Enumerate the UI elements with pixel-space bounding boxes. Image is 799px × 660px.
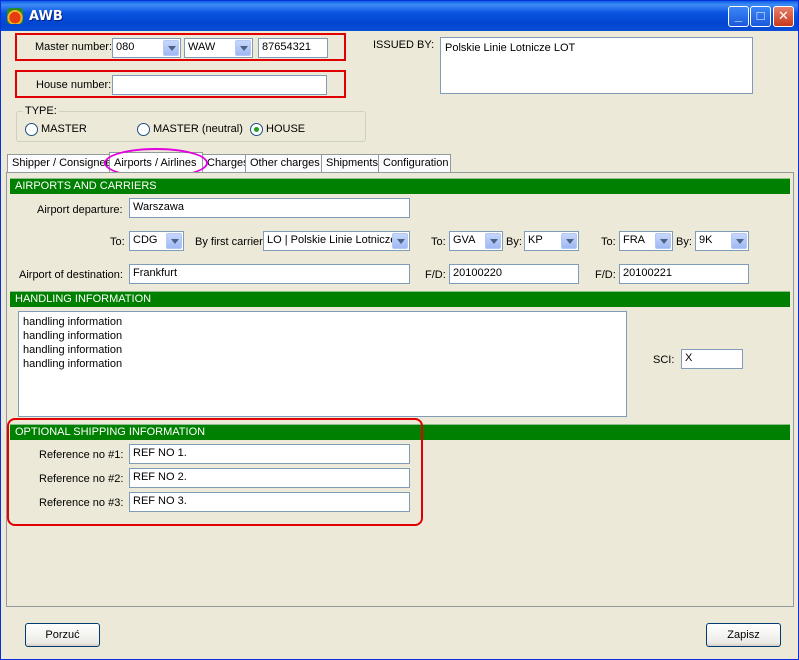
awb-window: AWB _ □ ✕ Master number: 080 WAW 8765432…	[0, 0, 799, 660]
master-airport-select[interactable]: WAW	[184, 38, 253, 58]
save-button[interactable]: Zapisz	[706, 623, 781, 647]
first-carrier-label: By first carrier:	[195, 236, 266, 248]
issued-by-field[interactable]: Polskie Linie Lotnicze LOT	[440, 37, 753, 94]
to3-label: To:	[601, 236, 616, 248]
radio-master-neutral-label[interactable]: MASTER (neutral)	[153, 123, 243, 135]
type-label: TYPE:	[23, 105, 59, 117]
radio-house-label[interactable]: HOUSE	[266, 123, 305, 135]
house-number-label: House number:	[36, 79, 112, 91]
issued-by-value: Polskie Linie Lotnicze LOT	[445, 42, 576, 54]
tab-configuration[interactable]: Configuration	[378, 154, 451, 172]
first-carrier-select[interactable]: LO | Polskie Linie Lotnicze	[263, 231, 410, 251]
chevron-down-icon[interactable]	[392, 233, 408, 249]
master-prefix-value: 080	[116, 41, 135, 53]
tab-label: Charges	[207, 157, 249, 169]
radio-master-label[interactable]: MASTER	[41, 123, 87, 135]
to2-select[interactable]: GVA	[449, 231, 503, 251]
to3-value: FRA	[623, 234, 645, 246]
by2-label: By:	[506, 236, 522, 248]
sci-label: SCI:	[653, 354, 675, 366]
minimize-button[interactable]: _	[728, 6, 749, 27]
by3-value: 9K	[699, 234, 713, 246]
issued-by-label: ISSUED BY:	[373, 39, 435, 51]
window-title: AWB	[29, 9, 63, 24]
tab-label: Shipper / Consignee	[12, 157, 112, 169]
by3-select[interactable]: 9K	[695, 231, 749, 251]
destination-label: Airport of destination:	[19, 269, 123, 281]
chevron-down-icon[interactable]	[561, 233, 577, 249]
chevron-down-icon[interactable]	[166, 233, 182, 249]
chevron-down-icon[interactable]	[655, 233, 671, 249]
app-icon	[7, 8, 23, 24]
master-number-label: Master number:	[35, 41, 113, 53]
to1-value: CDG	[133, 234, 158, 246]
airport-departure-label: Airport departure:	[37, 204, 123, 216]
chevron-down-icon[interactable]	[485, 233, 501, 249]
handling-line: handling information	[23, 330, 123, 342]
section-handling-header: HANDLING INFORMATION	[10, 291, 790, 307]
tab-shipments[interactable]: Shipments	[321, 154, 379, 172]
handling-info-textarea[interactable]: handling information handling informatio…	[18, 311, 627, 417]
tab-label: Other charges	[250, 157, 320, 169]
handling-line: handling information	[23, 344, 123, 356]
destination-input[interactable]: Frankfurt	[129, 264, 410, 284]
first-carrier-value: LO | Polskie Linie Lotnicze	[267, 234, 397, 246]
title-bar[interactable]: AWB _ □ ✕	[1, 1, 798, 31]
fd2-label: F/D:	[595, 269, 616, 281]
chevron-down-icon[interactable]	[163, 40, 179, 56]
tab-shipper-consignee[interactable]: Shipper / Consignee	[7, 154, 112, 172]
master-number-input[interactable]: 87654321	[258, 38, 328, 58]
chevron-down-icon[interactable]	[235, 40, 251, 56]
tab-label: Configuration	[383, 157, 449, 169]
by2-value: KP	[528, 234, 543, 246]
discard-button[interactable]: Porzuć	[25, 623, 100, 647]
by3-label: By:	[676, 236, 692, 248]
master-airport-value: WAW	[188, 41, 216, 53]
tab-label: Shipments	[326, 157, 378, 169]
by2-select[interactable]: KP	[524, 231, 579, 251]
close-button[interactable]: ✕	[773, 6, 794, 27]
master-prefix-select[interactable]: 080	[112, 38, 181, 58]
fd1-label: F/D:	[425, 269, 446, 281]
to1-label: To:	[110, 236, 125, 248]
airport-departure-input[interactable]: Warszawa	[129, 198, 410, 218]
house-number-input[interactable]	[112, 75, 327, 95]
to2-value: GVA	[453, 234, 476, 246]
optional-highlight	[7, 418, 423, 526]
section-airports-header: AIRPORTS AND CARRIERS	[10, 178, 790, 194]
radio-house[interactable]	[250, 123, 263, 136]
fd2-input[interactable]: 20100221	[619, 264, 749, 284]
chevron-down-icon[interactable]	[731, 233, 747, 249]
to2-label: To:	[431, 236, 446, 248]
radio-master[interactable]	[25, 123, 38, 136]
tab-charges[interactable]: Charges	[202, 154, 249, 172]
tab-other-charges[interactable]: Other charges	[245, 154, 322, 172]
radio-master-neutral[interactable]	[137, 123, 150, 136]
handling-line: handling information	[23, 316, 123, 328]
sci-input[interactable]: X	[681, 349, 743, 369]
to1-select[interactable]: CDG	[129, 231, 184, 251]
maximize-button[interactable]: □	[750, 6, 771, 27]
handling-line: handling information	[23, 358, 123, 370]
fd1-input[interactable]: 20100220	[449, 264, 579, 284]
to3-select[interactable]: FRA	[619, 231, 673, 251]
